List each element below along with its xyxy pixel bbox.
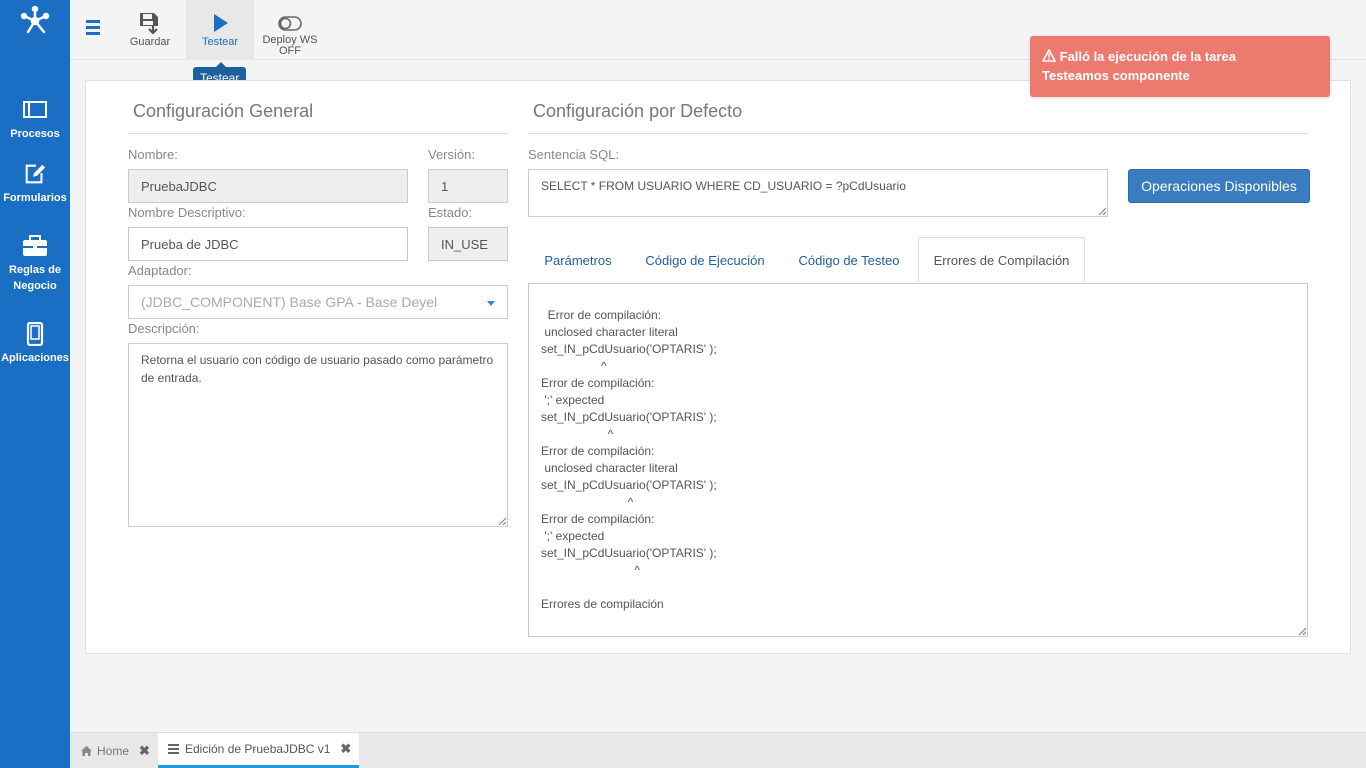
adapter-label: Adaptador:: [128, 263, 192, 278]
resize-handle-icon[interactable]: [498, 517, 506, 525]
tab-edit-label: Edición de PruebaJDBC v1: [185, 742, 331, 756]
general-config-title: Configuración General: [133, 101, 314, 121]
tab-home-label: Home: [97, 744, 130, 758]
menu-icon[interactable]: [86, 20, 100, 38]
sidebar-item-procesos[interactable]: Procesos: [0, 98, 70, 142]
app-logo[interactable]: [0, 0, 70, 40]
description-value: Retorna el usuario con código de usuario…: [141, 353, 494, 385]
version-label: Versión:: [428, 147, 475, 162]
close-icon[interactable]: ✖: [139, 743, 150, 759]
sidebar-item-label: Reglas de Negocio: [9, 264, 61, 292]
sidebar-item-label: Formularios: [3, 192, 67, 204]
list-icon: [168, 743, 179, 754]
state-label: Estado:: [428, 205, 473, 220]
state-value: IN_USE: [441, 236, 488, 252]
tab-parametros[interactable]: Parámetros: [528, 237, 628, 283]
name-label: Nombre:: [128, 147, 178, 162]
tab-errores-compilacion[interactable]: Errores de Compilación: [918, 237, 1085, 283]
home-icon: [81, 746, 92, 756]
state-field[interactable]: IN_USE: [428, 227, 508, 261]
operations-button[interactable]: Operaciones Disponibles: [1128, 169, 1310, 203]
toggle-off-icon: [278, 16, 302, 31]
compilation-errors-textarea[interactable]: Error de compilación: unclosed character…: [528, 283, 1308, 637]
sql-label: Sentencia SQL:: [528, 147, 620, 162]
process-icon: [23, 101, 47, 118]
save-button[interactable]: Guardar: [122, 0, 178, 60]
briefcase-icon: [23, 235, 47, 256]
tab-home[interactable]: Home ✖: [80, 733, 160, 768]
divider: [128, 133, 508, 134]
alert-title: Falló la ejecución de la tarea: [1059, 49, 1236, 64]
error-alert: Falló la ejecución de la tarea Testeamos…: [1030, 36, 1330, 97]
compilation-errors-text: Error de compilación: unclosed character…: [541, 308, 717, 611]
save-label: Guardar: [129, 36, 171, 48]
logo-icon: [20, 5, 50, 34]
alert-message: Testeamos componente: [1042, 68, 1190, 83]
version-value: 1: [441, 178, 449, 194]
tab-edit-pruebajdbc[interactable]: Edición de PruebaJDBC v1 ✖: [158, 733, 359, 768]
save-icon: [140, 13, 158, 34]
test-button[interactable]: Testear: [186, 0, 254, 60]
caret-down-icon: [487, 301, 495, 306]
edit-icon: [25, 164, 46, 184]
resize-handle-icon[interactable]: [1298, 627, 1306, 635]
sidebar: Procesos Formularios Reglas de Negocio A…: [0, 0, 70, 768]
name-value: PruebaJDBC: [141, 178, 217, 194]
deploy-state: OFF: [279, 45, 301, 57]
alert-title-row: Falló la ejecución de la tarea: [1041, 47, 1318, 66]
bottom-tab-bar: Home ✖ Edición de PruebaJDBC v1 ✖: [70, 732, 1366, 768]
play-icon: [214, 14, 228, 32]
description-textarea[interactable]: Retorna el usuario con código de usuario…: [128, 343, 508, 527]
resize-handle-icon[interactable]: [1098, 207, 1106, 215]
sidebar-item-aplicaciones[interactable]: Aplicaciones: [0, 322, 70, 366]
default-config-title: Configuración por Defecto: [533, 101, 743, 121]
sql-textarea[interactable]: SELECT * FROM USUARIO WHERE CD_USUARIO =…: [528, 169, 1108, 217]
adapter-value: (JDBC_COMPONENT) Base GPA - Base Deyel: [141, 294, 438, 310]
descriptive-name-field[interactable]: Prueba de JDBC: [128, 227, 408, 261]
test-label: Testear: [201, 36, 239, 48]
version-field[interactable]: 1: [428, 169, 508, 203]
close-icon[interactable]: ✖: [340, 741, 351, 757]
sidebar-item-label: Procesos: [10, 128, 60, 140]
name-field[interactable]: PruebaJDBC: [128, 169, 408, 203]
divider: [528, 133, 1308, 134]
sidebar-item-formularios[interactable]: Formularios: [0, 162, 70, 206]
tab-codigo-testeo[interactable]: Código de Testeo: [784, 237, 914, 283]
sidebar-item-label: Aplicaciones: [1, 352, 69, 364]
sql-value: SELECT * FROM USUARIO WHERE CD_USUARIO =…: [541, 179, 906, 193]
adapter-select[interactable]: (JDBC_COMPONENT) Base GPA - Base Deyel: [128, 285, 508, 319]
mobile-icon: [26, 322, 44, 346]
tab-codigo-ejecucion[interactable]: Código de Ejecución: [632, 237, 778, 283]
description-label: Descripción:: [128, 321, 200, 336]
warning-icon: [1041, 48, 1057, 62]
sidebar-item-reglas[interactable]: Reglas de Negocio: [0, 234, 70, 294]
deploy-ws-toggle[interactable]: Deploy WS OFF: [260, 0, 320, 60]
descriptive-name-label: Nombre Descriptivo:: [128, 205, 246, 220]
descriptive-name-value: Prueba de JDBC: [141, 236, 239, 252]
